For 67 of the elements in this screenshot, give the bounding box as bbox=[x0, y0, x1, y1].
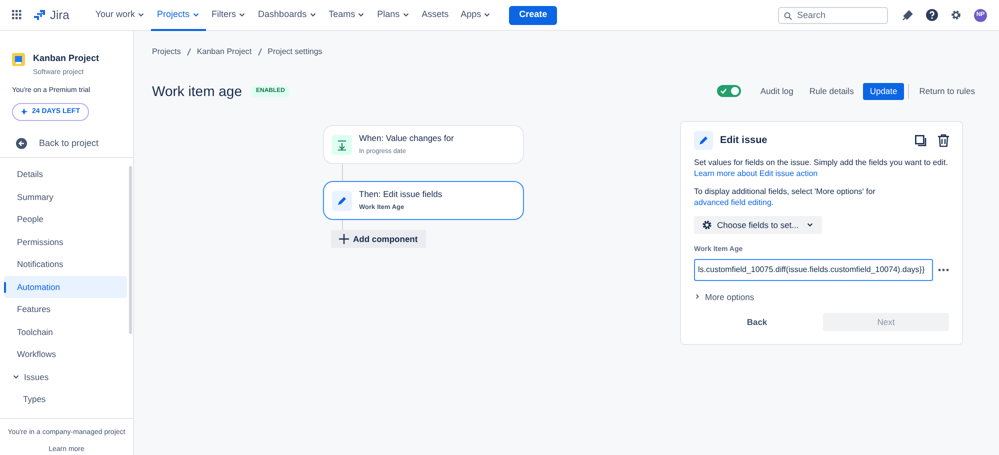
create-button[interactable]: Create bbox=[509, 6, 558, 24]
rule-title: Work item age bbox=[152, 82, 242, 101]
return-to-rules-button[interactable]: Return to rules bbox=[913, 84, 981, 98]
advanced-field-editing-link[interactable]: advanced field editing bbox=[694, 198, 772, 207]
nav-tab[interactable]: Dashboards bbox=[252, 0, 323, 30]
delete-icon[interactable] bbox=[938, 134, 949, 147]
breadcrumb-link[interactable]: Project settings bbox=[268, 46, 322, 58]
work-item-age-field[interactable]: ls.customfield_10075.diff(issue.fields.customfield_10074).days}} bbox=[694, 258, 933, 280]
learn-more-link[interactable]: Learn more about Edit issue action bbox=[694, 169, 818, 178]
card-title: Then: Edit issue fields bbox=[359, 188, 442, 201]
settings-icon bbox=[950, 9, 962, 21]
chevron-down-icon bbox=[12, 372, 20, 381]
card-title: When: Value changes for bbox=[359, 132, 454, 145]
project-avatar-icon bbox=[12, 53, 25, 66]
nav-tab[interactable]: Your work bbox=[89, 0, 152, 30]
nav-tab[interactable]: Assets bbox=[416, 0, 455, 30]
rule-details-button[interactable]: Rule details bbox=[802, 84, 861, 98]
sidebar-item[interactable]: Details bbox=[4, 163, 127, 186]
sidebar-item[interactable]: Permissions bbox=[4, 230, 127, 254]
plus-icon bbox=[339, 234, 349, 244]
project-name: Kanban Project bbox=[33, 52, 100, 65]
nav-tab[interactable]: Plans bbox=[371, 0, 416, 30]
audit-log-button[interactable]: Audit log bbox=[753, 84, 800, 98]
nav-tab[interactable]: Teams bbox=[322, 0, 372, 30]
sidebar-item[interactable]: Features bbox=[4, 298, 127, 321]
update-button[interactable]: Update bbox=[862, 82, 904, 100]
download-icon bbox=[332, 134, 352, 154]
back-to-project-link[interactable]: Back to project bbox=[0, 134, 133, 152]
choose-fields-dropdown[interactable]: Choose fields to set... bbox=[694, 216, 822, 234]
slash-separator-icon bbox=[186, 48, 191, 56]
add-component-button[interactable]: Add component bbox=[331, 230, 426, 248]
search-icon bbox=[784, 12, 792, 20]
panel-description: Set values for fields on the issue. Simply add the fields you want to edit. Learn more about Edit issue action bbox=[694, 157, 949, 179]
chevron-down-icon bbox=[806, 221, 814, 229]
more-options-toggle[interactable]: More options bbox=[694, 290, 754, 304]
search-field[interactable]: Search bbox=[778, 6, 888, 24]
sidebar-item[interactable]: Toolchain bbox=[4, 320, 127, 344]
app-switcher-icon[interactable] bbox=[12, 10, 22, 20]
check-icon bbox=[720, 87, 728, 95]
sparkle-icon bbox=[21, 108, 28, 116]
nav-tab[interactable]: Apps bbox=[454, 0, 498, 30]
logo-text: Jira bbox=[50, 7, 70, 24]
advanced-editing-hint: To display additional fields, select 'More options' for advanced field editing. bbox=[694, 186, 876, 208]
sidebar-item[interactable]: Automation bbox=[4, 276, 127, 298]
panel-title: Edit issue bbox=[720, 134, 768, 148]
more-icon bbox=[938, 268, 949, 272]
slash-separator-icon bbox=[258, 48, 262, 56]
back-arrow-icon bbox=[16, 138, 27, 149]
sidebar-item[interactable]: Types bbox=[4, 388, 127, 411]
chevron-right-icon bbox=[694, 293, 701, 300]
notification-icon bbox=[902, 9, 914, 21]
enable-toggle[interactable] bbox=[717, 85, 742, 97]
nav-tab[interactable]: Filters bbox=[206, 0, 252, 30]
back-button[interactable]: Back bbox=[694, 313, 820, 332]
help-icon bbox=[926, 9, 938, 21]
sidebar-item[interactable]: Workflows bbox=[4, 343, 127, 366]
sidebar-item[interactable]: Notifications bbox=[4, 253, 127, 276]
logo-icon bbox=[34, 9, 46, 21]
breadcrumb-link[interactable]: Projects bbox=[152, 46, 181, 58]
copy-icon[interactable] bbox=[915, 134, 927, 146]
pencil-icon bbox=[694, 131, 713, 150]
sidebar-item[interactable]: Issues bbox=[4, 366, 127, 388]
sidebar-item[interactable]: People bbox=[4, 208, 127, 231]
gear-icon bbox=[702, 220, 712, 230]
pencil-icon bbox=[332, 190, 352, 210]
breadcrumb-link[interactable]: Kanban Project bbox=[196, 46, 252, 58]
sidebar-item[interactable]: Summary bbox=[4, 186, 127, 208]
